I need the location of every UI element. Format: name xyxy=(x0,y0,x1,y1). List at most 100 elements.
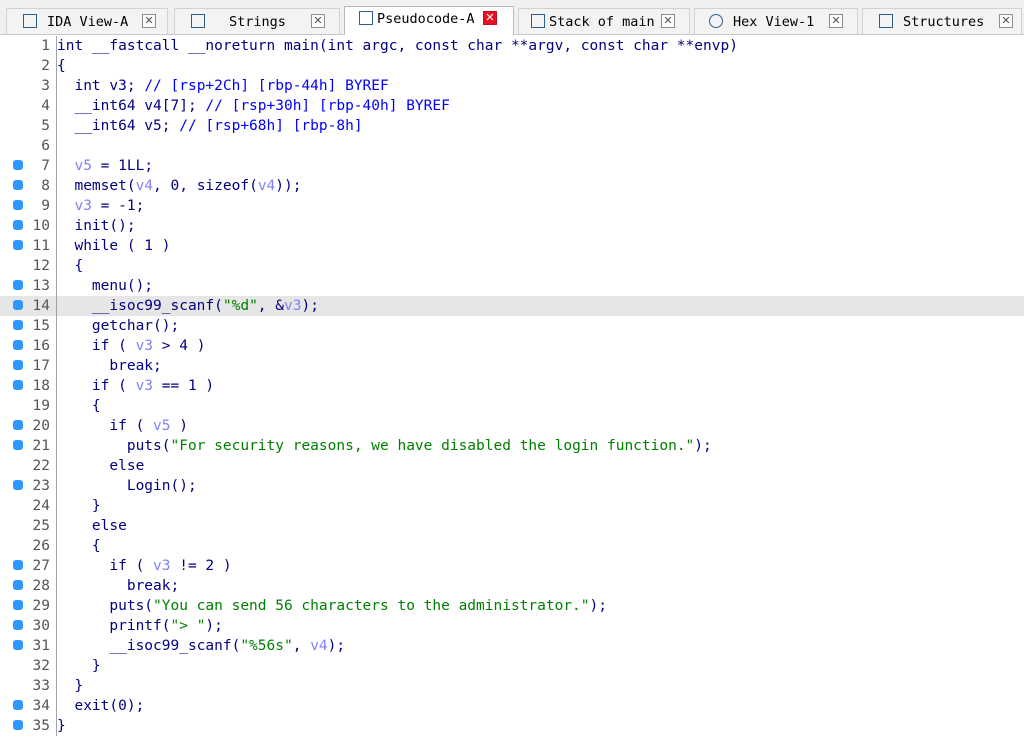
line-gutter[interactable]: 20 xyxy=(0,416,57,436)
code-line[interactable]: 24 } xyxy=(0,496,1024,516)
code-line-text[interactable]: puts("For security reasons, we have disa… xyxy=(57,436,712,456)
code-line[interactable]: 30 printf("> "); xyxy=(0,616,1024,636)
code-line[interactable]: 28 break; xyxy=(0,576,1024,596)
line-gutter[interactable]: 3 xyxy=(0,76,57,96)
code-line-text[interactable]: menu(); xyxy=(57,276,153,296)
breakpoint-dot-icon[interactable] xyxy=(13,380,23,390)
breakpoint-dot-icon[interactable] xyxy=(13,300,23,310)
code-line-text[interactable]: } xyxy=(57,676,83,696)
code-line[interactable]: 9 v3 = -1; xyxy=(0,196,1024,216)
code-line-text[interactable]: init(); xyxy=(57,216,135,236)
code-line[interactable]: 6 xyxy=(0,136,1024,156)
code-line[interactable]: 27 if ( v3 != 2 ) xyxy=(0,556,1024,576)
code-line-text[interactable]: int v3; // [rsp+2Ch] [rbp-44h] BYREF xyxy=(57,76,388,96)
line-gutter[interactable]: 34 xyxy=(0,696,57,716)
code-line[interactable]: 14 __isoc99_scanf("%d", &v3); xyxy=(0,296,1024,316)
line-gutter[interactable]: 29 xyxy=(0,596,57,616)
code-line[interactable]: 21 puts("For security reasons, we have d… xyxy=(0,436,1024,456)
code-line-text[interactable]: { xyxy=(57,256,83,276)
line-gutter[interactable]: 1 xyxy=(0,36,57,56)
line-gutter[interactable]: 27 xyxy=(0,556,57,576)
code-line[interactable]: 31 __isoc99_scanf("%56s", v4); xyxy=(0,636,1024,656)
breakpoint-dot-icon[interactable] xyxy=(13,240,23,250)
breakpoint-dot-icon[interactable] xyxy=(13,220,23,230)
line-gutter[interactable]: 32 xyxy=(0,656,57,676)
code-line-text[interactable]: { xyxy=(57,396,101,416)
code-line-text[interactable]: if ( v5 ) xyxy=(57,416,188,436)
line-gutter[interactable]: 28 xyxy=(0,576,57,596)
code-line[interactable]: 29 puts("You can send 56 characters to t… xyxy=(0,596,1024,616)
breakpoint-dot-icon[interactable] xyxy=(13,340,23,350)
line-gutter[interactable]: 31 xyxy=(0,636,57,656)
line-gutter[interactable]: 33 xyxy=(0,676,57,696)
code-line[interactable]: 10 init(); xyxy=(0,216,1024,236)
close-icon[interactable]: ✕ xyxy=(142,14,156,28)
breakpoint-dot-icon[interactable] xyxy=(13,360,23,370)
breakpoint-dot-icon[interactable] xyxy=(13,160,23,170)
tab-stack-of-main[interactable]: Stack of main ✕ xyxy=(518,8,690,34)
code-line[interactable]: 5 __int64 v5; // [rsp+68h] [rbp-8h] xyxy=(0,116,1024,136)
code-line[interactable]: 26 { xyxy=(0,536,1024,556)
line-gutter[interactable]: 7 xyxy=(0,156,57,176)
line-gutter[interactable]: 23 xyxy=(0,476,57,496)
tab-hex-view[interactable]: Hex View-1 ✕ xyxy=(694,8,858,34)
breakpoint-dot-icon[interactable] xyxy=(13,280,23,290)
breakpoint-dot-icon[interactable] xyxy=(13,480,23,490)
code-line[interactable]: 15 getchar(); xyxy=(0,316,1024,336)
tab-ida-view[interactable]: IDA View-A ✕ xyxy=(6,8,168,34)
code-line[interactable]: 1 int __fastcall __noreturn main(int argc… xyxy=(0,36,1024,56)
line-gutter[interactable]: 2 xyxy=(0,56,57,76)
line-gutter[interactable]: 15 xyxy=(0,316,57,336)
close-icon[interactable]: ✕ xyxy=(661,14,675,28)
line-gutter[interactable]: 9 xyxy=(0,196,57,216)
code-line-text[interactable]: getchar(); xyxy=(57,316,179,336)
code-line[interactable]: 7 v5 = 1LL; xyxy=(0,156,1024,176)
code-line-text[interactable]: else xyxy=(57,516,127,536)
line-gutter[interactable]: 12 xyxy=(0,256,57,276)
line-gutter[interactable]: 11 xyxy=(0,236,57,256)
code-line[interactable]: 3 int v3; // [rsp+2Ch] [rbp-44h] BYREF xyxy=(0,76,1024,96)
line-gutter[interactable]: 30 xyxy=(0,616,57,636)
close-icon[interactable]: ✕ xyxy=(483,11,497,25)
code-line-text[interactable]: exit(0); xyxy=(57,696,144,716)
code-line-text[interactable]: if ( v3 != 2 ) xyxy=(57,556,231,576)
code-line-text[interactable]: __isoc99_scanf("%d", &v3); xyxy=(57,296,319,316)
code-line-text[interactable]: v3 = -1; xyxy=(57,196,144,216)
code-line-text[interactable]: v5 = 1LL; xyxy=(57,156,153,176)
line-gutter[interactable]: 5 xyxy=(0,116,57,136)
breakpoint-dot-icon[interactable] xyxy=(13,560,23,570)
code-line-text[interactable]: } xyxy=(57,656,101,676)
code-line-text[interactable]: break; xyxy=(57,576,179,596)
code-line-text[interactable]: { xyxy=(57,56,66,76)
close-icon[interactable]: ✕ xyxy=(829,14,843,28)
close-icon[interactable]: ✕ xyxy=(311,14,325,28)
code-line-text[interactable]: } xyxy=(57,496,101,516)
code-line-text[interactable]: Login(); xyxy=(57,476,197,496)
line-gutter[interactable]: 35 xyxy=(0,716,57,736)
breakpoint-dot-icon[interactable] xyxy=(13,440,23,450)
code-line[interactable]: 18 if ( v3 == 1 ) xyxy=(0,376,1024,396)
code-line-text[interactable]: memset(v4, 0, sizeof(v4)); xyxy=(57,176,301,196)
line-gutter[interactable]: 19 xyxy=(0,396,57,416)
code-line-text[interactable]: printf("> "); xyxy=(57,616,223,636)
code-line-text[interactable]: __isoc99_scanf("%56s", v4); xyxy=(57,636,345,656)
code-line-text[interactable]: __int64 v4[7]; // [rsp+30h] [rbp-40h] BY… xyxy=(57,96,449,116)
code-line[interactable]: 25 else xyxy=(0,516,1024,536)
breakpoint-dot-icon[interactable] xyxy=(13,640,23,650)
code-line-text[interactable]: int __fastcall __noreturn main(int argc,… xyxy=(57,36,738,56)
breakpoint-dot-icon[interactable] xyxy=(13,320,23,330)
code-line-text[interactable]: if ( v3 > 4 ) xyxy=(57,336,206,356)
code-line[interactable]: 19 { xyxy=(0,396,1024,416)
code-line[interactable]: 32 } xyxy=(0,656,1024,676)
tab-strings[interactable]: Strings ✕ xyxy=(174,8,340,34)
line-gutter[interactable]: 25 xyxy=(0,516,57,536)
line-gutter[interactable]: 16 xyxy=(0,336,57,356)
tab-pseudocode[interactable]: Pseudocode-A ✕ xyxy=(344,6,514,35)
code-line[interactable]: 33 } xyxy=(0,676,1024,696)
code-line[interactable]: 4 __int64 v4[7]; // [rsp+30h] [rbp-40h] … xyxy=(0,96,1024,116)
breakpoint-dot-icon[interactable] xyxy=(13,700,23,710)
breakpoint-dot-icon[interactable] xyxy=(13,600,23,610)
code-line[interactable]: 17 break; xyxy=(0,356,1024,376)
code-line[interactable]: 12 { xyxy=(0,256,1024,276)
tab-structures[interactable]: Structures ✕ xyxy=(862,8,1022,34)
